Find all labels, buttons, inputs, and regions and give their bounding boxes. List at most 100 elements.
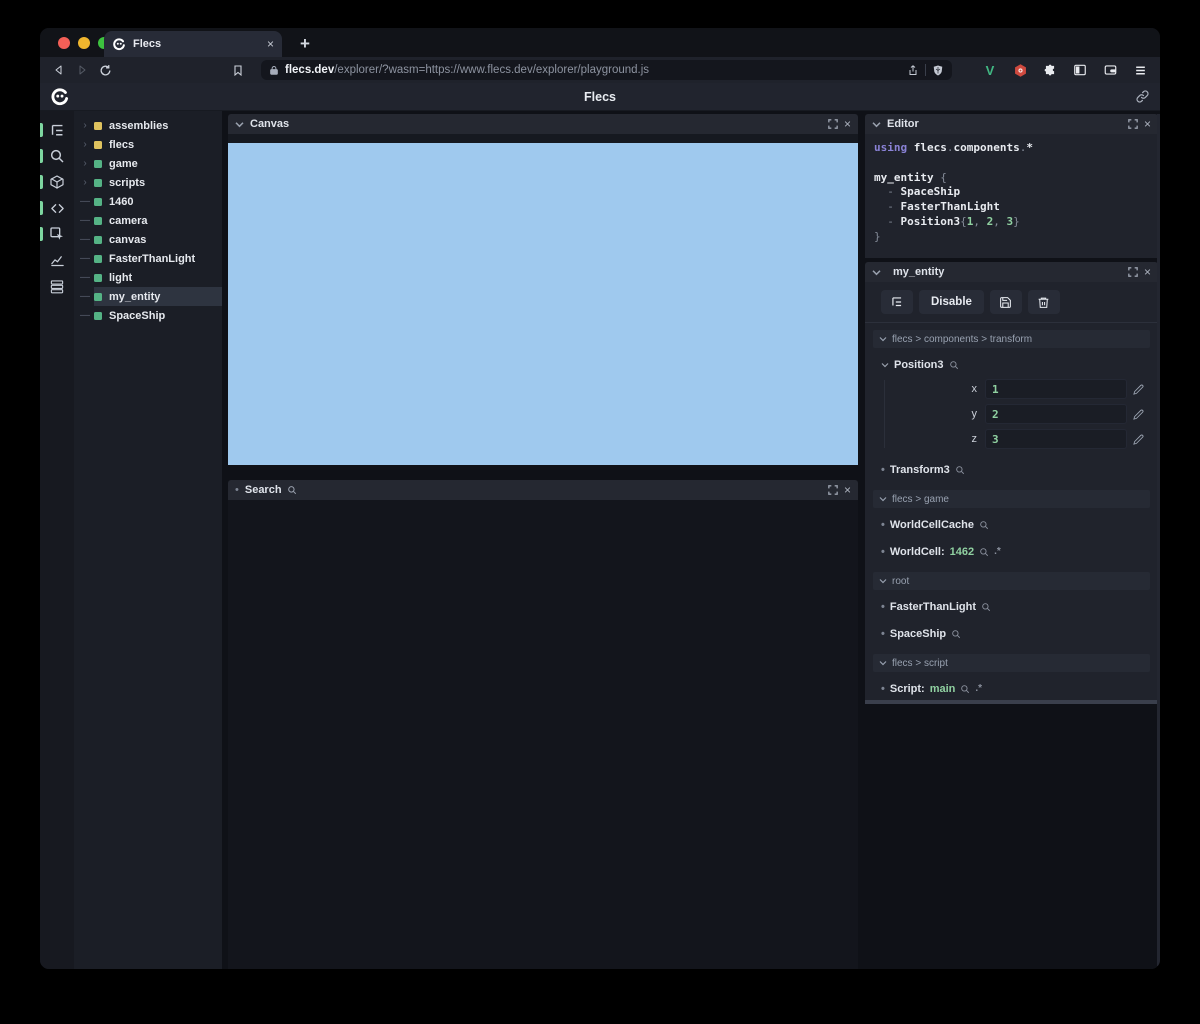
tree-item-fasterthanlight[interactable]: — FasterThanLight: [74, 249, 222, 268]
save-icon-button[interactable]: [989, 290, 1022, 314]
pair-wildcard-suffix: .*: [975, 683, 983, 694]
close-icon[interactable]: ×: [844, 118, 851, 130]
close-icon[interactable]: ×: [1144, 266, 1151, 278]
tree-item-light[interactable]: — light: [74, 268, 222, 287]
divider: [865, 322, 1158, 323]
tree-item-my-entity[interactable]: — my_entity: [74, 287, 222, 306]
entities-cube-icon[interactable]: [40, 169, 74, 195]
field-z: z: [865, 428, 1158, 450]
tree-item-camera[interactable]: — camera: [74, 211, 222, 230]
code-icon[interactable]: [40, 195, 74, 221]
back-button[interactable]: [50, 60, 67, 80]
fullscreen-icon[interactable]: [1128, 119, 1138, 129]
edit-pencil-icon[interactable]: [1133, 409, 1144, 420]
url-domain: flecs.dev: [285, 64, 335, 76]
field-x: x: [865, 378, 1158, 400]
editor-panel-title: Editor: [887, 118, 919, 130]
wallet-icon[interactable]: [1100, 60, 1120, 80]
entity-square-icon: [94, 178, 102, 187]
tab-close-icon[interactable]: ×: [267, 37, 274, 51]
field-y-input[interactable]: [985, 404, 1127, 424]
close-window-button[interactable]: [58, 37, 70, 49]
tree-item-game[interactable]: › game: [74, 154, 222, 173]
inspector-icon[interactable]: [40, 221, 74, 247]
url-bar[interactable]: flecs.dev/explorer/?wasm=https://www.fle…: [261, 60, 952, 80]
app-content: › assemblies › flecs › game › scripts —1460 …: [40, 111, 1160, 969]
section-header-root[interactable]: root: [873, 572, 1150, 590]
extension-badge-icon[interactable]: [1010, 60, 1030, 80]
desktop: Flecs × + flecs.dev/explorer/?wasm=https…: [0, 0, 1200, 1024]
forward-button[interactable]: [73, 60, 90, 80]
browser-tab[interactable]: Flecs ×: [104, 31, 282, 57]
tree-item-scripts[interactable]: › scripts: [74, 173, 222, 192]
tree-item-canvas[interactable]: — canvas: [74, 230, 222, 249]
query-magnifier-icon[interactable]: [949, 360, 959, 370]
section-header-game[interactable]: flecs > game: [873, 490, 1150, 508]
entity-square-icon: [94, 235, 102, 244]
entity-square-icon: [94, 273, 102, 282]
disable-button[interactable]: Disable: [919, 290, 984, 314]
delete-icon-button[interactable]: [1027, 290, 1060, 314]
share-link-icon[interactable]: [1135, 89, 1150, 104]
fullscreen-icon[interactable]: [828, 119, 838, 129]
panel-resize-handle[interactable]: [865, 700, 1158, 704]
minimize-window-button[interactable]: [78, 37, 90, 49]
section-header-transform[interactable]: flecs > components > transform: [873, 330, 1150, 348]
field-x-input[interactable]: [985, 379, 1127, 399]
share-icon[interactable]: [907, 64, 919, 77]
component-spaceship[interactable]: • SpaceShip: [865, 626, 1158, 641]
new-tab-button[interactable]: +: [292, 31, 318, 57]
indent-line: [884, 380, 885, 448]
component-fasterthanlight[interactable]: • FasterThanLight: [865, 599, 1158, 614]
tree-item-1460[interactable]: —1460: [74, 192, 222, 211]
query-magnifier-icon[interactable]: [955, 465, 965, 475]
component-worldcell[interactable]: • WorldCell: 1462 .*: [865, 544, 1158, 559]
tree-item-spaceship[interactable]: — SpaceShip: [74, 306, 222, 325]
query-magnifier-icon[interactable]: [951, 629, 961, 639]
component-worldcellcache[interactable]: • WorldCellCache: [865, 517, 1158, 532]
stats-icon[interactable]: [40, 247, 74, 273]
search-panel-body: [228, 500, 858, 969]
bookmark-icon[interactable]: [230, 60, 247, 80]
vue-devtools-icon[interactable]: V: [980, 60, 1000, 80]
component-transform3[interactable]: • Transform3: [865, 462, 1158, 477]
entity-square-icon: [94, 197, 102, 206]
query-magnifier-icon[interactable]: [979, 547, 989, 557]
sidebar-toggle-icon[interactable]: [1070, 60, 1090, 80]
pair-wildcard-suffix: .*: [994, 546, 1001, 557]
right-scrollbar-track[interactable]: [1157, 114, 1160, 966]
inspector-toolbar: Disable: [865, 282, 1158, 322]
field-z-input[interactable]: [985, 429, 1127, 449]
code-editor[interactable]: using flecs.components.* my_entity { - S…: [865, 134, 1158, 258]
fullscreen-icon[interactable]: [828, 485, 838, 495]
search-icon[interactable]: [40, 143, 74, 169]
chevron-down-icon[interactable]: [872, 121, 881, 128]
edit-pencil-icon[interactable]: [1133, 434, 1144, 445]
worldcell-value: 1462: [949, 545, 975, 558]
edit-pencil-icon[interactable]: [1133, 384, 1144, 395]
browser-menu-icon[interactable]: [1130, 60, 1150, 80]
query-magnifier-icon[interactable]: [979, 520, 989, 530]
fullscreen-icon[interactable]: [1128, 267, 1138, 277]
chevron-down-icon[interactable]: [872, 269, 881, 276]
component-position3[interactable]: Position3: [865, 357, 1158, 372]
reload-button[interactable]: [97, 60, 114, 80]
module-square-icon: [94, 140, 102, 149]
brave-shield-icon[interactable]: [932, 64, 944, 77]
render-canvas[interactable]: [228, 143, 858, 465]
tree-view-icon[interactable]: [40, 117, 74, 143]
query-magnifier-icon[interactable]: [960, 684, 970, 694]
tables-icon[interactable]: [40, 273, 74, 299]
search-panel-header: • Search ×: [228, 480, 858, 500]
extensions-puzzle-icon[interactable]: [1040, 60, 1060, 80]
show-in-tree-button[interactable]: [881, 290, 913, 314]
chevron-down-icon[interactable]: [235, 121, 244, 128]
close-icon[interactable]: ×: [844, 484, 851, 496]
section-header-script[interactable]: flecs > script: [873, 654, 1150, 672]
tree-item-assemblies[interactable]: › assemblies: [74, 116, 222, 135]
close-icon[interactable]: ×: [1144, 118, 1151, 130]
tree-item-flecs[interactable]: › flecs: [74, 135, 222, 154]
collapsed-bullet-icon[interactable]: •: [235, 484, 239, 496]
component-script[interactable]: • Script: main .*: [865, 681, 1158, 696]
query-magnifier-icon[interactable]: [981, 602, 991, 612]
